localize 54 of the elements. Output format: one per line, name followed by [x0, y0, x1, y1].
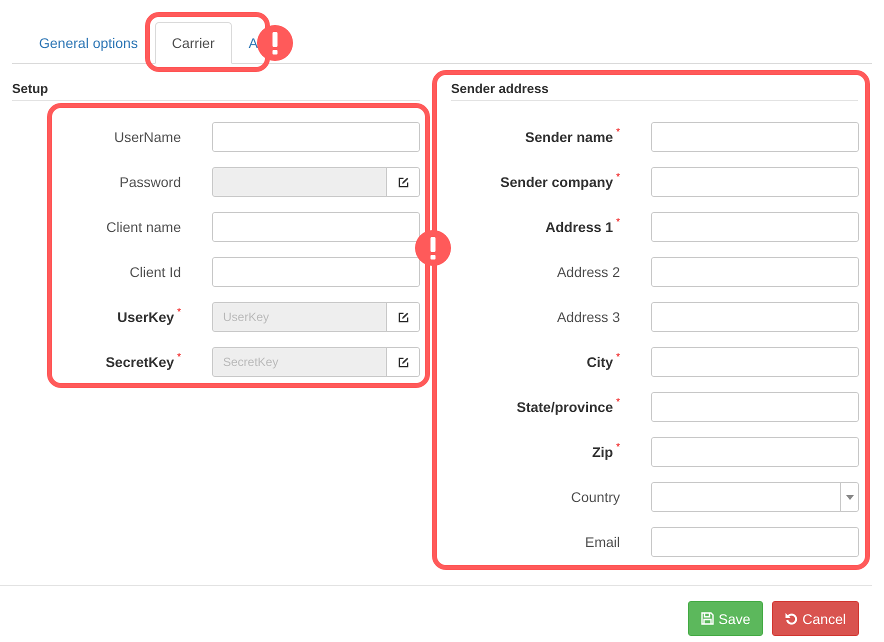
required-mark: * [177, 352, 181, 363]
tab[interactable]: Carrier [154, 22, 232, 64]
required-mark: * [616, 397, 620, 408]
input-field[interactable] [651, 392, 859, 422]
field-label: SecretKey [106, 354, 174, 370]
input-field[interactable] [212, 122, 420, 152]
field-label: Sender name [525, 129, 614, 145]
section-heading: Setup [12, 64, 420, 101]
warning-icon [257, 25, 293, 61]
field-label: Address 2 [556, 264, 620, 280]
section-heading: Sender address [451, 64, 858, 101]
field-label: UserName [114, 129, 181, 145]
field-label: Password [120, 174, 181, 190]
caret-icon [846, 494, 854, 500]
input-field[interactable] [212, 257, 420, 287]
field-label: Zip [592, 444, 614, 460]
required-mark: * [616, 172, 620, 183]
edit-button[interactable] [387, 167, 420, 197]
warning-icon [415, 230, 451, 266]
field-label: Address 1 [545, 219, 614, 235]
field-label: State/province [516, 399, 614, 415]
field-label: Address 3 [556, 309, 620, 325]
input-field[interactable] [651, 302, 859, 332]
field-label: City [586, 354, 614, 370]
field-label: Sender company [500, 174, 614, 190]
edit-icon [398, 176, 408, 188]
input-field[interactable] [651, 212, 859, 242]
floppy-icon [701, 612, 714, 625]
field-label: Client name [106, 219, 181, 235]
undo-icon [785, 612, 798, 625]
tab[interactable]: General options [22, 22, 155, 64]
cancel-button[interactable]: Cancel [772, 601, 859, 636]
required-mark: * [616, 352, 620, 363]
edit-icon [398, 312, 408, 322]
input-field[interactable] [651, 257, 859, 287]
edit-icon [398, 356, 408, 368]
edit-button[interactable] [387, 302, 420, 332]
field-label: Email [584, 534, 620, 550]
input-field[interactable] [651, 527, 859, 557]
field-label: UserKey [117, 309, 174, 325]
input-field[interactable] [651, 347, 859, 377]
required-mark: * [616, 127, 620, 138]
input-field[interactable] [651, 437, 859, 467]
field-label: Country [570, 489, 620, 505]
edit-button[interactable] [387, 347, 420, 377]
input-field[interactable] [651, 167, 859, 197]
input-field[interactable] [212, 212, 420, 242]
required-mark: * [616, 442, 620, 453]
required-mark: * [177, 307, 181, 318]
input-field[interactable] [651, 122, 859, 152]
country-select[interactable] [651, 482, 859, 512]
required-mark: * [616, 217, 620, 228]
field-label: Client Id [130, 264, 181, 280]
save-button[interactable]: Save [688, 601, 764, 636]
